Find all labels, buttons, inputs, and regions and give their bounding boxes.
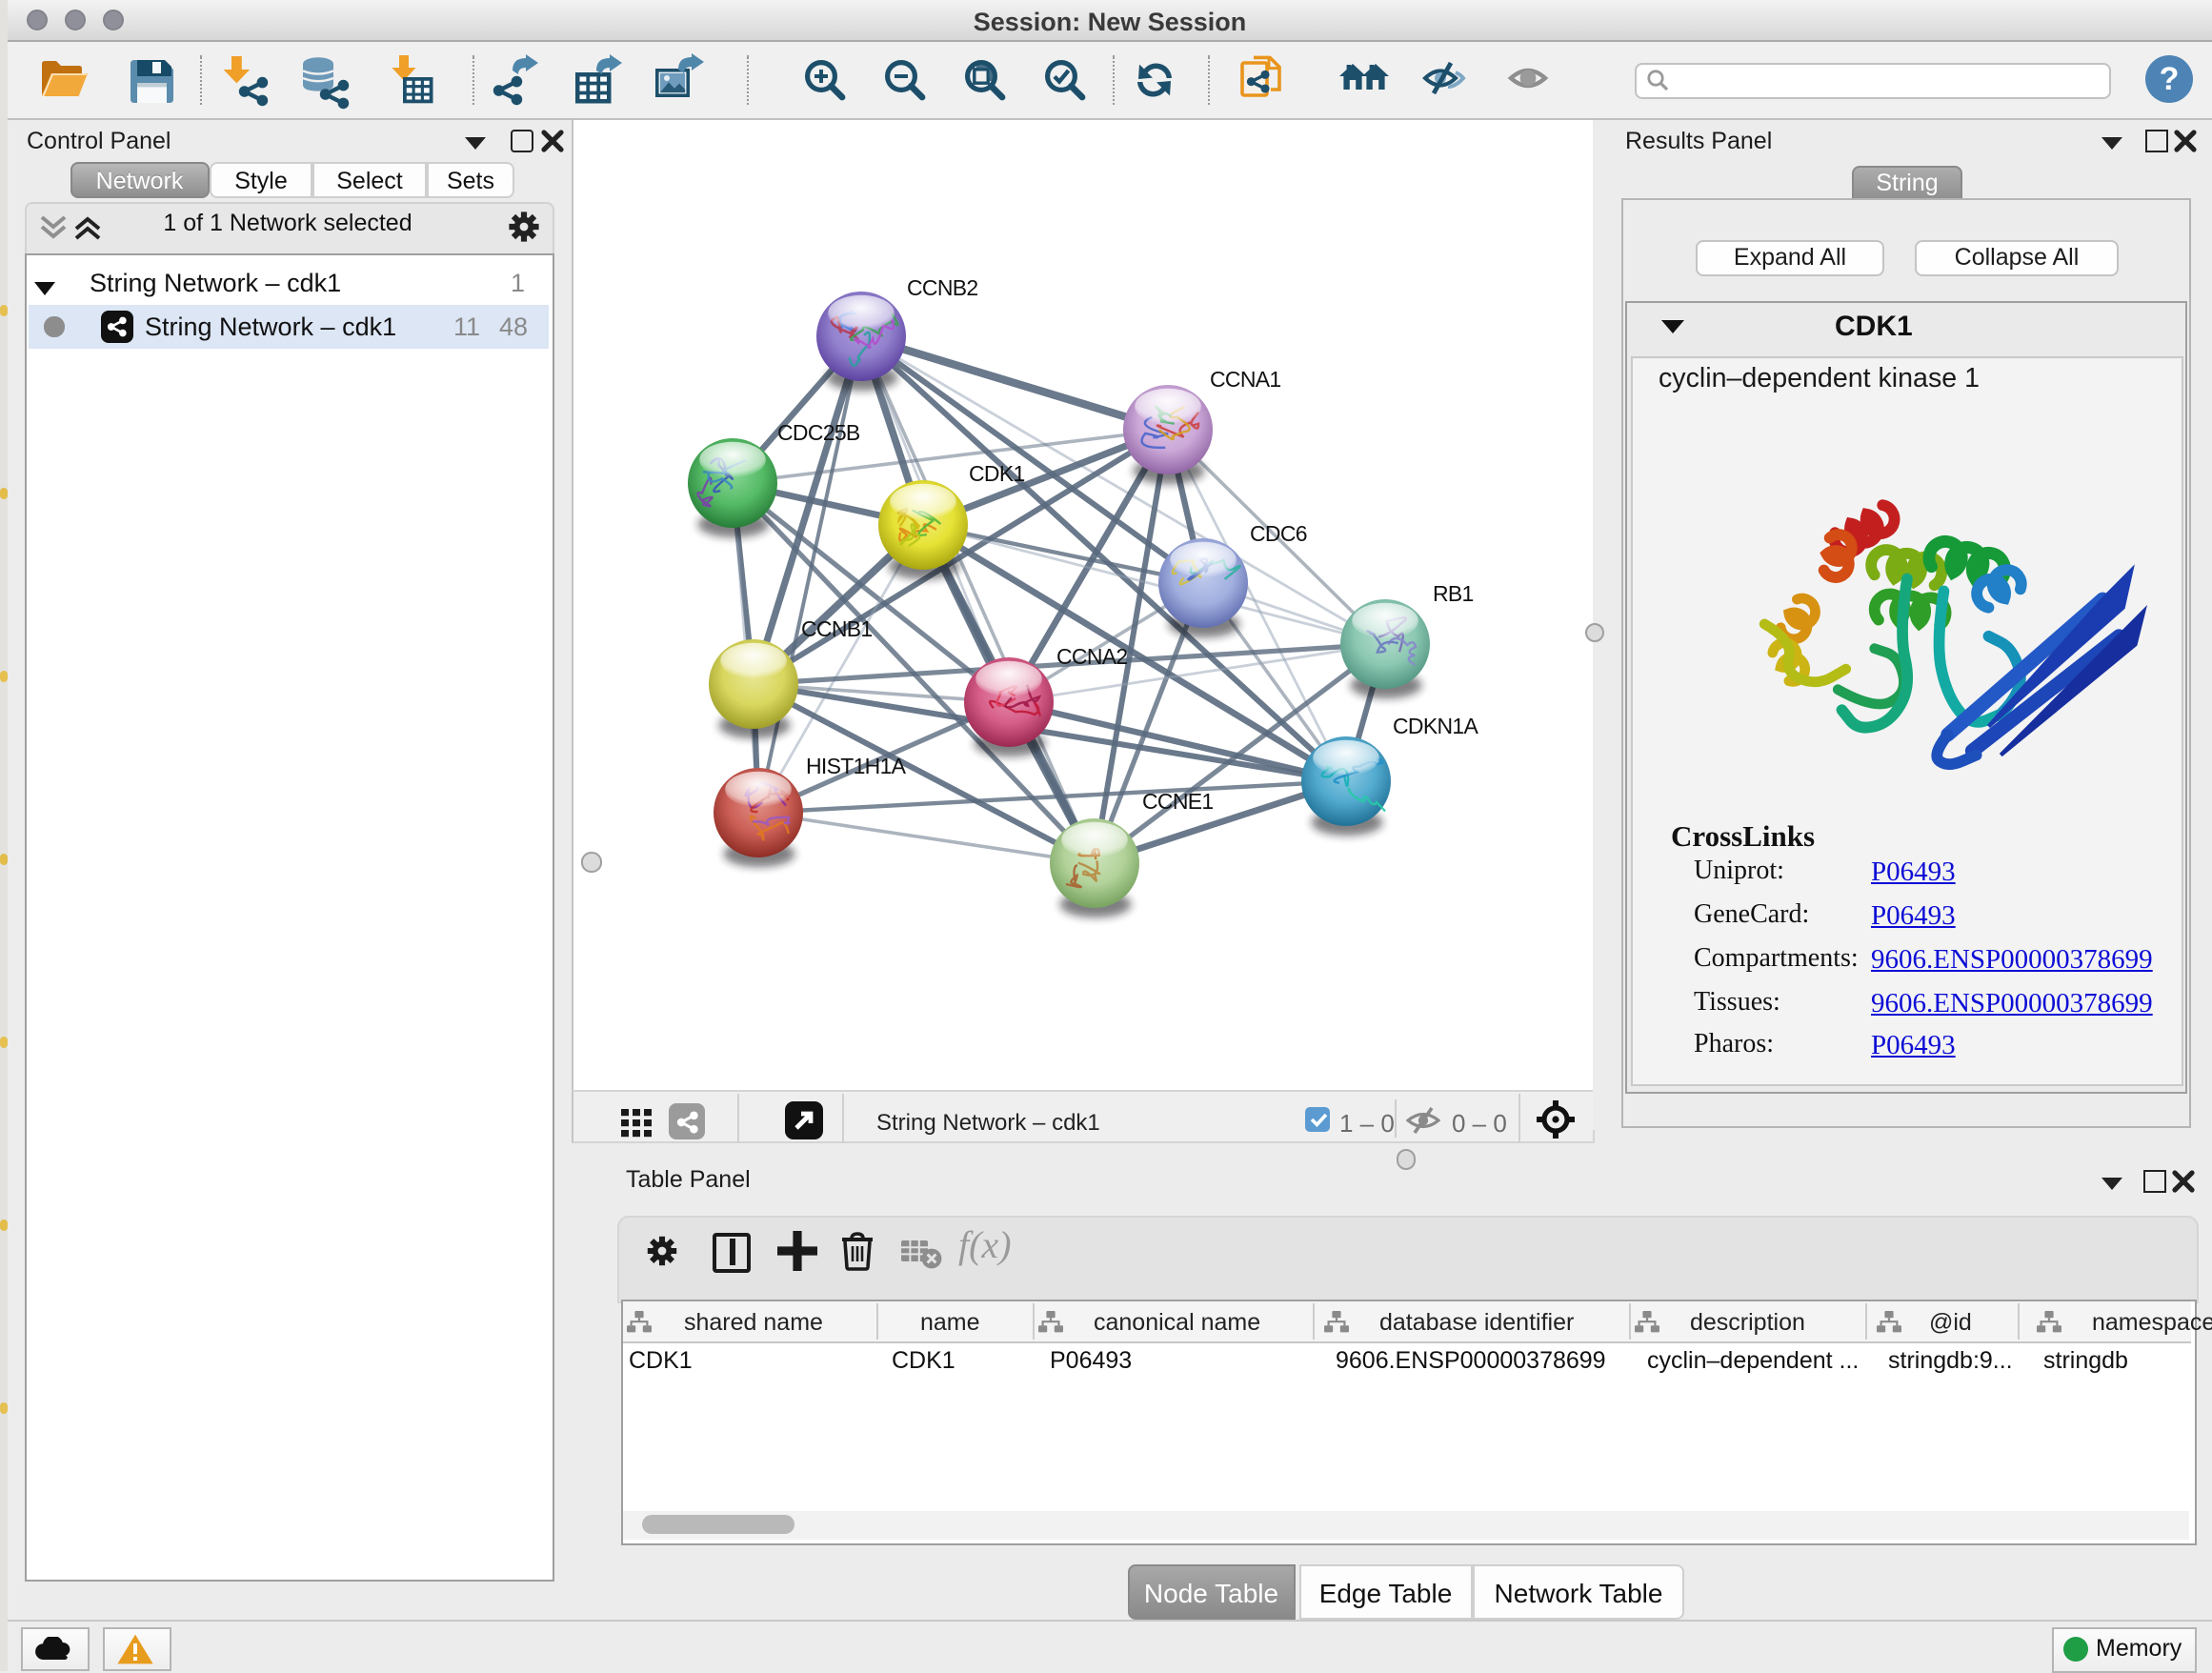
svg-text:RB1: RB1 — [1433, 580, 1474, 605]
svg-text:CCNB1: CCNB1 — [801, 615, 872, 640]
svg-text:CCNA1: CCNA1 — [1210, 366, 1280, 391]
svg-text:CDKN1A: CDKN1A — [1393, 713, 1478, 737]
svg-text:CDC6: CDC6 — [1250, 520, 1307, 545]
svg-text:CCNB2: CCNB2 — [907, 274, 977, 299]
svg-text:HIST1H1A: HIST1H1A — [806, 753, 907, 777]
svg-text:CDK1: CDK1 — [969, 460, 1025, 485]
svg-text:CCNE1: CCNE1 — [1142, 788, 1213, 813]
svg-text:CCNA2: CCNA2 — [1056, 643, 1127, 668]
svg-text:CDC25B: CDC25B — [777, 419, 860, 444]
